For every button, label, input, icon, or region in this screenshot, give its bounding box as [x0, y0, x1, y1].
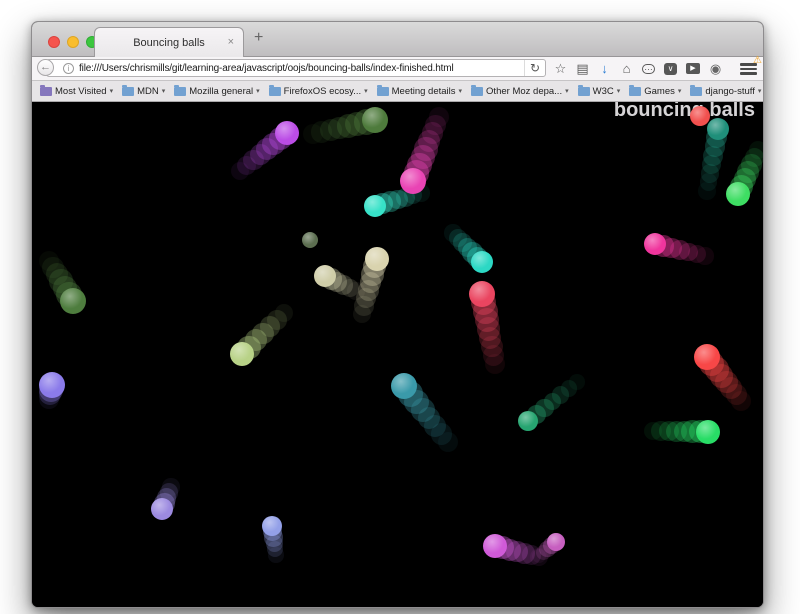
bookmark-label: MDN — [137, 86, 159, 97]
bookmark-label: Games — [644, 86, 675, 97]
ball — [275, 121, 299, 145]
ball — [262, 516, 282, 536]
ball — [694, 344, 720, 370]
reload-icon[interactable]: ↻ — [524, 60, 545, 76]
ball — [726, 182, 750, 206]
folder-icon — [269, 87, 281, 96]
bookmark-item-firefoxos-ecosy[interactable]: FirefoxOS ecosy...▾ — [269, 86, 368, 97]
bookmark-item-most-visited[interactable]: Most Visited▾ — [40, 86, 113, 97]
chevron-down-icon: ▾ — [617, 87, 621, 95]
page-title: bouncing balls — [614, 102, 755, 122]
folder-icon — [377, 87, 389, 96]
ball — [400, 168, 426, 194]
chat-icon[interactable]: … — [642, 64, 655, 74]
bookmark-item-mozilla-general[interactable]: Mozilla general▾ — [174, 86, 259, 97]
bookmark-label: FirefoxOS ecosy... — [284, 86, 361, 97]
ball — [365, 247, 389, 271]
chevron-down-icon: ▾ — [758, 87, 762, 95]
chevron-down-icon: ▾ — [256, 87, 260, 95]
browser-window: Bouncing balls × + ← i file:///Users/chr… — [31, 21, 764, 608]
ball — [151, 498, 173, 520]
chevron-down-icon: ▾ — [678, 87, 682, 95]
folder-icon — [578, 87, 590, 96]
folder-icon — [174, 87, 186, 96]
ball — [391, 373, 417, 399]
folder-icon — [690, 87, 702, 96]
star-icon[interactable]: ☆ — [554, 62, 567, 76]
chevron-down-icon: ▾ — [459, 87, 463, 95]
tab-close-icon[interactable]: × — [228, 35, 234, 49]
bookmark-label: django-stuff — [705, 86, 754, 97]
chevron-down-icon: ▾ — [565, 87, 569, 95]
warning-badge-icon: ⚠ — [753, 56, 762, 66]
bookmark-label: Most Visited — [55, 86, 107, 97]
toolbar-icons: ☆ ▤ ↓ ⌂ … ∨ ▶ ◉ — [554, 57, 722, 80]
folder-icon — [629, 87, 641, 96]
bookmark-item-django-stuff[interactable]: django-stuff ▾ — [690, 86, 761, 97]
download-icon[interactable]: ↓ — [598, 62, 611, 76]
ball — [483, 534, 507, 558]
tab-title: Bouncing balls — [133, 37, 205, 49]
menu-bar — [740, 72, 757, 75]
bookmark-item-games[interactable]: Games▾ — [629, 86, 681, 97]
bookmark-item-w3c[interactable]: W3C▾ — [578, 86, 621, 97]
ball — [364, 195, 386, 217]
folder-icon — [471, 87, 483, 96]
bookmark-item-other-moz-depa[interactable]: Other Moz depa...▾ — [471, 86, 569, 97]
home-icon[interactable]: ⌂ — [620, 62, 633, 76]
chevron-down-icon: ▾ — [162, 87, 166, 95]
page-content: bouncing balls — [32, 102, 763, 607]
page-info-icon[interactable]: i — [63, 63, 74, 74]
titlebar[interactable]: Bouncing balls × + — [32, 22, 763, 57]
folder-icon — [40, 87, 52, 96]
ball — [469, 281, 495, 307]
traffic-lights — [48, 36, 98, 48]
bookmark-label: Mozilla general — [189, 86, 253, 97]
minimize-window-button[interactable] — [67, 36, 79, 48]
ball — [707, 118, 729, 140]
back-button[interactable]: ← — [37, 59, 54, 76]
chevron-down-icon: ▾ — [110, 87, 114, 95]
chevron-down-icon: ▾ — [364, 87, 368, 95]
bookmark-label: W3C — [593, 86, 614, 97]
ball — [547, 533, 565, 551]
close-window-button[interactable] — [48, 36, 60, 48]
youtube-icon[interactable]: ▶ — [686, 63, 700, 74]
canvas — [32, 102, 763, 607]
ball — [302, 232, 318, 248]
navigation-toolbar: ← i file:///Users/chrismills/git/learnin… — [32, 57, 763, 81]
fingerprint-icon[interactable]: ◉ — [709, 62, 722, 76]
ball — [362, 107, 388, 133]
bookmarks-toolbar: Most Visited▾MDN▾Mozilla general▾Firefox… — [32, 81, 763, 102]
ball — [230, 342, 254, 366]
ball — [471, 251, 493, 273]
bookmark-item-mdn[interactable]: MDN▾ — [122, 86, 165, 97]
new-tab-button[interactable]: + — [254, 29, 263, 47]
folder-icon — [122, 87, 134, 96]
bookmark-item-meeting-details[interactable]: Meeting details▾ — [377, 86, 462, 97]
ball — [39, 372, 65, 398]
ball — [696, 420, 720, 444]
tab-bouncing-balls[interactable]: Bouncing balls × — [94, 27, 244, 57]
url-text[interactable]: file:///Users/chrismills/git/learning-ar… — [79, 63, 524, 74]
menu-bar — [740, 68, 757, 71]
ball — [690, 106, 710, 126]
url-bar[interactable]: i file:///Users/chrismills/git/learning-… — [46, 59, 546, 77]
ball — [314, 265, 336, 287]
pocket-icon[interactable]: ∨ — [664, 63, 677, 75]
ball — [60, 288, 86, 314]
reading-list-icon[interactable]: ▤ — [576, 62, 589, 76]
ball — [518, 411, 538, 431]
bookmark-label: Other Moz depa... — [486, 86, 562, 97]
bookmark-label: Meeting details — [392, 86, 456, 97]
menu-icon[interactable]: ⚠ — [740, 61, 757, 76]
ball — [644, 233, 666, 255]
